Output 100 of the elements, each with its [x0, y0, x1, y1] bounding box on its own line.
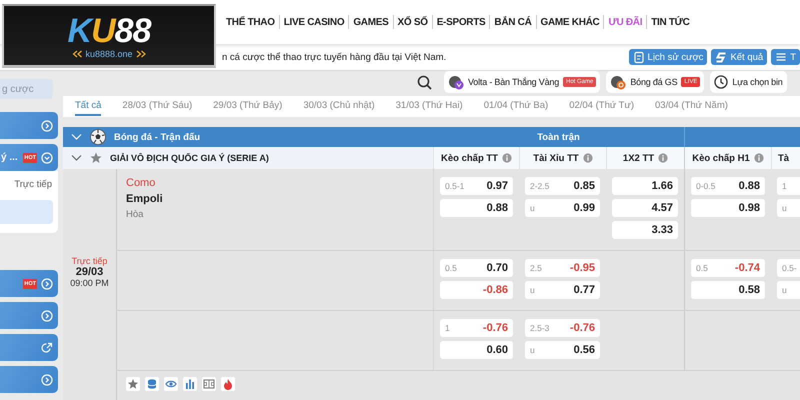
odds-button[interactable]: u 0.56 — [525, 341, 600, 359]
info-icon — [754, 153, 764, 163]
chevron-down-icon — [71, 133, 82, 141]
sidebar-item[interactable] — [0, 334, 58, 361]
odds-button[interactable]: 0.88 — [440, 199, 513, 217]
match-date: 29/03 — [76, 266, 104, 278]
column-label: Kèo chấp TT — [440, 152, 498, 164]
toolbar-button[interactable] — [164, 377, 178, 391]
odds-value: 0.77 — [574, 284, 595, 296]
handicap-line: u — [530, 203, 535, 213]
odds-value: 0.85 — [574, 180, 595, 192]
handicap-line: u — [530, 345, 535, 355]
odds-button[interactable]: 0.60 — [440, 341, 513, 359]
odds-value: 3.33 — [652, 224, 673, 236]
chip-label: Lựa chọn bin — [732, 77, 783, 87]
nav-link[interactable]: TIN TỨC — [651, 16, 690, 28]
selection-button[interactable]: Lựa chọn bin — [710, 71, 787, 93]
odds-button[interactable]: 0.5 0.70 — [440, 259, 513, 277]
nav-link[interactable]: XỔ SỐ — [398, 16, 428, 28]
odds-button[interactable]: 0.98 — [691, 199, 765, 217]
sidebar-item[interactable] — [0, 366, 58, 393]
arrow-circle-icon — [41, 278, 53, 290]
logo-url: ku8888.one — [85, 48, 133, 58]
odds-value: 0.60 — [486, 344, 508, 356]
handicap-line: 1 — [445, 323, 450, 333]
odds-value: 0.97 — [486, 180, 508, 192]
odds-value: -0.76 — [482, 322, 508, 334]
odds-button[interactable]: 2.5-3 -0.76 — [525, 319, 600, 337]
odds-button[interactable]: 4.57 — [612, 199, 678, 217]
odds-value: 0.88 — [738, 180, 760, 192]
odds-button[interactable]: 0.58 — [691, 281, 765, 299]
odds-button[interactable]: 1 -0.76 — [440, 319, 513, 337]
draw-label: Hòa — [126, 209, 144, 220]
handicap-line: 0-0.5 — [696, 181, 716, 191]
toolbar-button[interactable] — [202, 377, 216, 391]
nav-link[interactable]: GAMES — [353, 16, 388, 28]
info-icon — [582, 153, 593, 163]
away-team: Empoli — [126, 193, 164, 205]
odds-button[interactable]: 0.5-1 0.97 — [440, 177, 513, 195]
period-header: Toàn trận — [536, 130, 581, 144]
bar-chart-icon — [184, 378, 196, 390]
handicap-line: 0.5-1 — [445, 181, 464, 191]
clock-icon — [714, 75, 728, 89]
handicap-line: u — [530, 285, 535, 295]
toolbar-button[interactable] — [183, 377, 197, 391]
arrow-circle-icon — [41, 310, 53, 322]
date-tab[interactable]: Tất cả — [75, 97, 102, 116]
fire-icon — [222, 378, 234, 390]
odds-button[interactable]: 2.5 -0.95 — [525, 259, 600, 277]
nav-link[interactable]: THỂ THAO — [226, 16, 275, 28]
odds-button[interactable]: 3.33 — [612, 221, 678, 239]
arrow-circle-icon — [41, 120, 53, 132]
search-icon[interactable] — [417, 74, 432, 90]
sidebar-item[interactable] — [0, 112, 58, 139]
odds-button[interactable]: u 0.77 — [525, 281, 600, 299]
odds-button[interactable]: 1.66 — [612, 177, 678, 195]
soccer-ball-icon — [90, 129, 106, 145]
chip-label: Volta - Bàn Thắng Vàng — [468, 77, 560, 87]
nav-link[interactable]: GAME KHÁC — [540, 16, 600, 28]
odds-value: -0.76 — [570, 322, 595, 334]
database-icon — [146, 378, 158, 390]
nav-link[interactable]: BẮN CÁ — [494, 16, 532, 28]
search-field[interactable]: g cược — [0, 79, 53, 99]
odds-value: -0.86 — [482, 284, 508, 296]
home-team: Como — [126, 177, 156, 189]
info-icon — [658, 153, 668, 163]
bet-history-button[interactable]: Lịch sử cược — [628, 49, 708, 65]
results-button[interactable]: Kết quả — [711, 49, 768, 65]
sidebar-item[interactable] — [0, 302, 58, 329]
handicap-line: u — [782, 285, 787, 295]
menu-button[interactable]: T — [771, 49, 800, 65]
game-icon — [610, 74, 626, 90]
toolbar-button[interactable] — [126, 377, 140, 391]
handicap-line: 0.5- — [782, 263, 797, 273]
column-label: 1X2 TT — [622, 152, 654, 164]
toolbar-button[interactable] — [221, 377, 235, 391]
odds-value: -0.74 — [734, 262, 760, 274]
odds-value: 0.56 — [574, 344, 595, 356]
odds-value: -0.95 — [570, 262, 595, 274]
nav-link[interactable]: E-SPORTS — [436, 16, 486, 28]
double-chevron-left-icon — [72, 50, 82, 58]
odds-button[interactable]: -0.86 — [440, 281, 513, 299]
odds-button[interactable]: 0.5 -0.74 — [691, 259, 765, 277]
star-icon — [90, 152, 102, 164]
odds-button[interactable]: 0-0.5 0.88 — [691, 177, 765, 195]
handicap-line: 2.5 — [530, 263, 542, 273]
odds-button[interactable]: 2-2.5 0.85 — [525, 177, 600, 195]
eye-icon — [165, 378, 177, 390]
external-link-icon — [41, 342, 53, 354]
odds-button[interactable]: u 0.99 — [525, 199, 600, 217]
ticker-text: n cá cược thể thao trực tuyến hàng đầu tại Việt Nam. — [222, 52, 446, 62]
nav-link[interactable]: LIVE CASINO — [284, 16, 344, 28]
handicap-line: 2.5-3 — [530, 323, 550, 333]
handicap-line: u — [782, 203, 787, 213]
sidebar-label: Trực tiếp — [14, 179, 53, 190]
nav-link[interactable]: ƯU ĐÃI — [608, 16, 642, 28]
sidebar-label: ý ... — [0, 152, 18, 163]
menu-icon — [775, 50, 788, 64]
handicap-line: 1 — [782, 181, 787, 191]
toolbar-button[interactable] — [145, 377, 159, 391]
